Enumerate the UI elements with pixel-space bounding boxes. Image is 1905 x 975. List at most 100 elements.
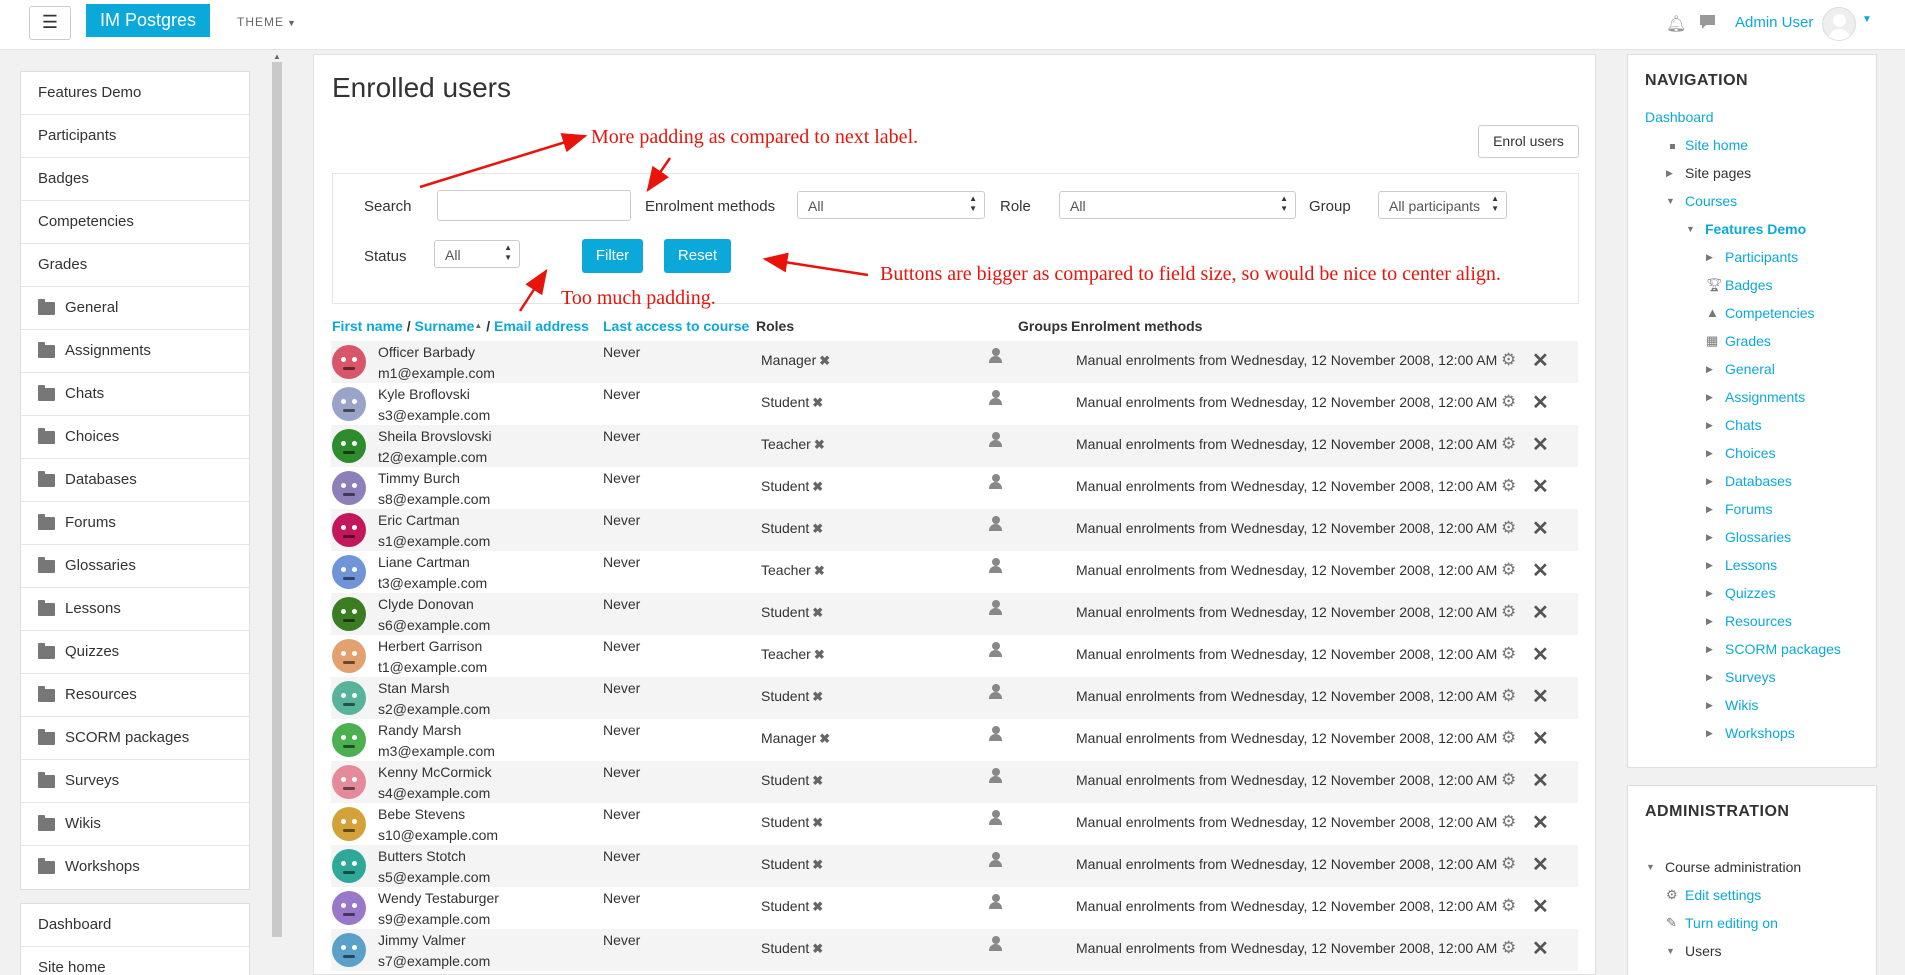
gear-icon[interactable]: ⚙ bbox=[1501, 728, 1516, 748]
nav-item-turn-editing-on[interactable]: Turn editing on bbox=[1685, 915, 1778, 931]
user-avatar[interactable] bbox=[332, 849, 366, 883]
unenrol-close-icon[interactable]: ✕ bbox=[1532, 726, 1549, 751]
expand-arrow-icon[interactable]: ▶ bbox=[1706, 252, 1713, 263]
nav-item-choices[interactable]: Choices bbox=[1725, 445, 1776, 461]
gear-icon[interactable]: ⚙ bbox=[1501, 644, 1516, 664]
user-name-link[interactable]: Randy Marsh bbox=[378, 722, 461, 738]
nav-item-resources[interactable]: Resources bbox=[1725, 613, 1792, 629]
user-avatar[interactable] bbox=[332, 891, 366, 925]
expand-arrow-icon[interactable]: ▶ bbox=[1706, 420, 1713, 431]
user-avatar[interactable] bbox=[332, 765, 366, 799]
remove-role-icon[interactable]: ✖ bbox=[812, 773, 823, 788]
remove-role-icon[interactable]: ✖ bbox=[812, 479, 823, 494]
add-group-icon[interactable] bbox=[988, 725, 1006, 747]
user-name-link[interactable]: Kenny McCormick bbox=[378, 764, 492, 780]
user-name-link[interactable]: Liane Cartman bbox=[378, 554, 470, 570]
gear-icon[interactable]: ⚙ bbox=[1501, 560, 1516, 580]
expand-arrow-icon[interactable]: ▶ bbox=[1706, 560, 1713, 571]
user-name-link[interactable]: Jimmy Valmer bbox=[378, 932, 466, 948]
nav-item-users[interactable]: Users bbox=[1685, 943, 1722, 959]
gear-icon[interactable]: ⚙ bbox=[1501, 602, 1516, 622]
nav-item-competencies[interactable]: Competencies bbox=[1725, 305, 1815, 321]
nav-item-quizzes[interactable]: Quizzes bbox=[1725, 585, 1776, 601]
nav-item-chats[interactable]: Chats bbox=[1725, 417, 1762, 433]
gear-icon[interactable]: ⚙ bbox=[1501, 392, 1516, 412]
expand-arrow-icon[interactable]: ▶ bbox=[1706, 644, 1713, 655]
expand-arrow-icon[interactable]: ▶ bbox=[1706, 476, 1713, 487]
nav-item-dashboard[interactable]: Dashboard bbox=[1645, 109, 1714, 125]
remove-role-icon[interactable]: ✖ bbox=[812, 941, 823, 956]
nav-item-site-home[interactable]: Site home bbox=[1685, 137, 1748, 153]
unenrol-close-icon[interactable]: ✕ bbox=[1532, 810, 1549, 835]
expand-arrow-icon[interactable]: ▶ bbox=[1706, 504, 1713, 515]
expand-arrow-icon[interactable]: ▶ bbox=[1706, 700, 1713, 711]
user-name-link[interactable]: Wendy Testaburger bbox=[378, 890, 499, 906]
sort-surname-link[interactable]: Surname bbox=[414, 318, 474, 334]
expand-arrow-icon[interactable]: ▶ bbox=[1706, 728, 1713, 739]
add-group-icon[interactable] bbox=[988, 809, 1006, 831]
nav-item-edit-settings[interactable]: Edit settings bbox=[1685, 887, 1761, 903]
user-name-link[interactable]: Stan Marsh bbox=[378, 680, 450, 696]
user-name-link[interactable]: Sheila Brovslovski bbox=[378, 428, 492, 444]
user-name-link[interactable]: Bebe Stevens bbox=[378, 806, 465, 822]
user-avatar[interactable] bbox=[332, 387, 366, 421]
user-avatar[interactable] bbox=[332, 933, 366, 967]
expand-arrow-icon[interactable]: ▶ bbox=[1706, 672, 1713, 683]
remove-role-icon[interactable]: ✖ bbox=[812, 395, 823, 410]
user-avatar[interactable] bbox=[332, 723, 366, 757]
add-group-icon[interactable] bbox=[988, 893, 1006, 915]
gear-icon[interactable]: ⚙ bbox=[1501, 350, 1516, 370]
add-group-icon[interactable] bbox=[988, 599, 1006, 621]
gear-icon[interactable]: ⚙ bbox=[1501, 770, 1516, 790]
add-group-icon[interactable] bbox=[988, 641, 1006, 663]
add-group-icon[interactable] bbox=[988, 935, 1006, 957]
gear-icon[interactable]: ⚙ bbox=[1501, 938, 1516, 958]
expand-arrow-icon[interactable]: ▶ bbox=[1706, 448, 1713, 459]
remove-role-icon[interactable]: ✖ bbox=[812, 521, 823, 536]
nav-item-site-pages[interactable]: Site pages bbox=[1685, 165, 1751, 181]
unenrol-close-icon[interactable]: ✕ bbox=[1532, 390, 1549, 415]
gear-icon[interactable]: ⚙ bbox=[1501, 896, 1516, 916]
nav-item-scorm-packages[interactable]: SCORM packages bbox=[1725, 641, 1841, 657]
user-avatar[interactable] bbox=[332, 807, 366, 841]
add-group-icon[interactable] bbox=[988, 347, 1006, 369]
unenrol-close-icon[interactable]: ✕ bbox=[1532, 852, 1549, 877]
user-name-link[interactable]: Butters Stotch bbox=[378, 848, 466, 864]
expand-arrow-icon[interactable]: ▶ bbox=[1706, 392, 1713, 403]
expand-arrow-icon[interactable]: ▶ bbox=[1666, 168, 1673, 179]
user-avatar[interactable] bbox=[332, 639, 366, 673]
user-name-link[interactable]: Officer Barbady bbox=[378, 344, 475, 360]
unenrol-close-icon[interactable]: ✕ bbox=[1532, 558, 1549, 583]
user-avatar[interactable] bbox=[332, 471, 366, 505]
remove-role-icon[interactable]: ✖ bbox=[812, 605, 823, 620]
remove-role-icon[interactable]: ✖ bbox=[812, 899, 823, 914]
unenrol-close-icon[interactable]: ✕ bbox=[1532, 474, 1549, 499]
user-avatar[interactable] bbox=[332, 681, 366, 715]
add-group-icon[interactable] bbox=[988, 431, 1006, 453]
sort-first-name-link[interactable]: First name bbox=[332, 318, 403, 334]
nav-item-course-administration[interactable]: Course administration bbox=[1665, 859, 1801, 875]
remove-role-icon[interactable]: ✖ bbox=[814, 437, 825, 452]
gear-icon[interactable]: ⚙ bbox=[1501, 434, 1516, 454]
sort-last-access-link[interactable]: Last access to course bbox=[603, 318, 749, 334]
add-group-icon[interactable] bbox=[988, 851, 1006, 873]
remove-role-icon[interactable]: ✖ bbox=[814, 563, 825, 578]
nav-item-general[interactable]: General bbox=[1725, 361, 1775, 377]
user-name-link[interactable]: Clyde Donovan bbox=[378, 596, 474, 612]
unenrol-close-icon[interactable]: ✕ bbox=[1532, 432, 1549, 457]
user-name-link[interactable]: Herbert Garrison bbox=[378, 638, 482, 654]
nav-item-participants[interactable]: Participants bbox=[1725, 249, 1798, 265]
nav-item-features-demo[interactable]: Features Demo bbox=[1705, 221, 1806, 237]
sort-email-link[interactable]: Email address bbox=[494, 318, 589, 334]
gear-icon[interactable]: ⚙ bbox=[1501, 476, 1516, 496]
remove-role-icon[interactable]: ✖ bbox=[819, 353, 830, 368]
unenrol-close-icon[interactable]: ✕ bbox=[1532, 348, 1549, 373]
nav-item-assignments[interactable]: Assignments bbox=[1725, 389, 1805, 405]
nav-item-workshops[interactable]: Workshops bbox=[1725, 725, 1795, 741]
user-name-link[interactable]: Kyle Broflovski bbox=[378, 386, 470, 402]
unenrol-close-icon[interactable]: ✕ bbox=[1532, 516, 1549, 541]
remove-role-icon[interactable]: ✖ bbox=[812, 689, 823, 704]
nav-item-forums[interactable]: Forums bbox=[1725, 501, 1772, 517]
unenrol-close-icon[interactable]: ✕ bbox=[1532, 936, 1549, 961]
add-group-icon[interactable] bbox=[988, 557, 1006, 579]
